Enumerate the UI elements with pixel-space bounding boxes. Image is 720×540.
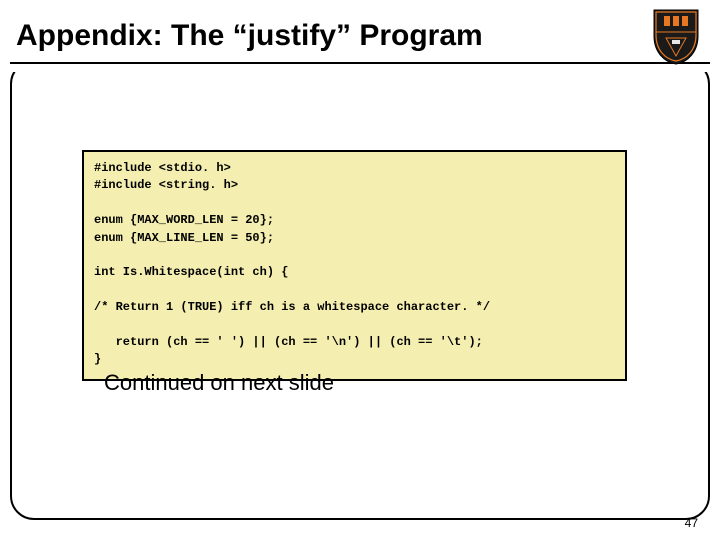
title-underline [10, 62, 710, 64]
page-number: 47 [685, 516, 698, 530]
princeton-shield-icon [650, 8, 702, 66]
code-block: #include <stdio. h> #include <string. h>… [82, 150, 627, 381]
slide-title: Appendix: The “justify” Program [16, 19, 483, 53]
continued-text: Continued on next slide [104, 370, 334, 396]
